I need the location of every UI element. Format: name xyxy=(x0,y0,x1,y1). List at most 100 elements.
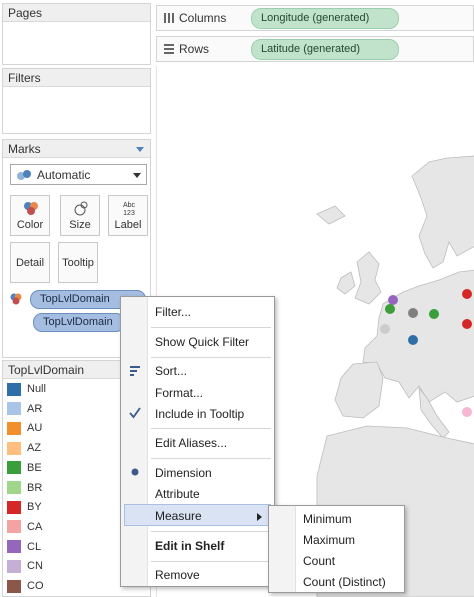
legend-label: CO xyxy=(27,580,44,592)
legend-item[interactable]: BR xyxy=(7,480,42,498)
legend-item[interactable]: AZ xyxy=(7,440,41,458)
rows-label: Rows xyxy=(179,42,210,56)
mark-type-value: Automatic xyxy=(37,168,91,182)
legend-label: AZ xyxy=(27,442,42,455)
submenu-item-minimum[interactable]: Minimum xyxy=(303,512,352,526)
menu-item-show-quick-filter[interactable]: Show Quick Filter xyxy=(155,335,249,349)
legend-item[interactable]: CA xyxy=(7,519,42,537)
field-context-menu: Filter... Show Quick Filter Sort... Form… xyxy=(120,296,275,587)
legend-item[interactable]: AR xyxy=(7,401,42,419)
color-button-label: Color xyxy=(16,219,44,231)
legend-swatch xyxy=(7,500,21,514)
map-point[interactable] xyxy=(385,304,395,314)
legend-label: AR xyxy=(27,402,43,415)
map-point[interactable] xyxy=(462,319,472,329)
menu-item-dimension[interactable]: Dimension xyxy=(155,466,212,480)
detail-button[interactable]: Detail xyxy=(10,242,50,283)
menu-item-format[interactable]: Format... xyxy=(155,386,203,400)
legend-label: BR xyxy=(27,481,43,494)
columns-label: Columns xyxy=(179,11,227,25)
submenu-item-maximum[interactable]: Maximum xyxy=(303,533,355,547)
menu-separator xyxy=(151,561,271,562)
map-point[interactable] xyxy=(462,407,472,417)
map-point[interactable] xyxy=(429,309,439,319)
menu-item-filter[interactable]: Filter... xyxy=(155,305,191,319)
submenu-item-count-distinct[interactable]: Count (Distinct) xyxy=(303,575,386,589)
submenu-item-count[interactable]: Count xyxy=(303,554,335,568)
menu-item-sort[interactable]: Sort... xyxy=(155,364,187,378)
menu-item-attribute[interactable]: Attribute xyxy=(155,487,200,501)
legend-swatch xyxy=(7,402,21,416)
detail-field-pill[interactable]: TopLvlDomain xyxy=(33,313,125,332)
legend-swatch xyxy=(7,461,21,475)
chevron-down-icon xyxy=(133,173,141,178)
checkmark-icon xyxy=(129,407,141,419)
legend-label: CN xyxy=(27,560,43,573)
marks-card-menu-arrow-icon[interactable] xyxy=(136,147,144,152)
legend-item[interactable]: Null xyxy=(7,381,46,399)
mark-type-dropdown[interactable]: Automatic xyxy=(10,164,147,185)
menu-separator xyxy=(151,428,271,429)
menu-item-remove[interactable]: Remove xyxy=(155,568,200,582)
detail-button-label: Detail xyxy=(15,257,45,269)
legend-swatch xyxy=(7,441,21,455)
filters-card: Filters xyxy=(2,68,151,134)
label-icon: Abc 123 xyxy=(123,202,136,217)
menu-separator xyxy=(151,327,271,328)
color-icon xyxy=(24,202,38,215)
legend-item[interactable]: AU xyxy=(7,420,42,438)
map-point[interactable] xyxy=(388,295,398,305)
legend-label: BE xyxy=(27,461,42,474)
size-button[interactable]: Size xyxy=(60,195,100,236)
tooltip-button[interactable]: Tooltip xyxy=(58,242,98,283)
pages-card-title: Pages xyxy=(3,4,150,22)
tooltip-button-label: Tooltip xyxy=(62,257,94,269)
longitude-pill[interactable]: Longitude (generated) xyxy=(251,8,399,29)
radio-selected-icon xyxy=(131,468,139,476)
menu-gutter xyxy=(121,297,148,586)
columns-icon xyxy=(164,13,174,23)
legend-swatch xyxy=(7,559,21,573)
legend-swatch xyxy=(7,421,21,435)
legend-item[interactable]: BY xyxy=(7,499,42,517)
menu-item-include-in-tooltip[interactable]: Include in Tooltip xyxy=(155,407,244,421)
rows-shelf[interactable]: Rows Latitude (generated) xyxy=(156,36,474,62)
legend-swatch xyxy=(7,481,21,495)
legend-label: Null xyxy=(27,383,46,395)
map-point[interactable] xyxy=(380,324,390,334)
legend-item[interactable]: CN xyxy=(7,558,43,576)
submenu-gutter xyxy=(269,506,296,592)
menu-item-edit-in-shelf[interactable]: Edit in Shelf xyxy=(155,539,224,553)
legend-swatch xyxy=(7,540,21,554)
map-point[interactable] xyxy=(408,308,418,318)
columns-shelf[interactable]: Columns Longitude (generated) xyxy=(156,5,474,31)
legend-swatch xyxy=(7,579,21,593)
legend-item[interactable]: CO xyxy=(7,578,44,596)
size-icon xyxy=(74,201,88,216)
menu-item-measure[interactable]: Measure xyxy=(155,509,202,523)
mark-type-icon xyxy=(17,170,31,180)
latitude-pill[interactable]: Latitude (generated) xyxy=(251,39,399,60)
menu-separator xyxy=(151,458,271,459)
size-button-label: Size xyxy=(69,219,91,231)
color-encoding-icon xyxy=(10,293,22,305)
marks-card-label: Marks xyxy=(8,142,41,156)
legend-item[interactable]: BE xyxy=(7,460,42,478)
color-button[interactable]: Color xyxy=(10,195,50,236)
legend-label: CA xyxy=(27,520,43,533)
label-button[interactable]: Abc 123 Label xyxy=(108,195,148,236)
legend-label: AU xyxy=(27,422,43,435)
map-point[interactable] xyxy=(408,335,418,345)
svg-text:Abc: Abc xyxy=(123,202,136,209)
label-button-label: Label xyxy=(114,219,142,231)
menu-separator xyxy=(151,357,271,358)
menu-item-edit-aliases[interactable]: Edit Aliases... xyxy=(155,436,227,450)
menu-separator xyxy=(151,531,271,532)
svg-text:123: 123 xyxy=(123,210,135,217)
legend-item[interactable]: CL xyxy=(7,539,41,557)
legend-label: CL xyxy=(27,540,42,553)
pages-card: Pages xyxy=(2,3,151,65)
filters-card-title: Filters xyxy=(3,69,150,87)
map-point[interactable] xyxy=(462,289,472,299)
sort-icon xyxy=(130,366,140,376)
